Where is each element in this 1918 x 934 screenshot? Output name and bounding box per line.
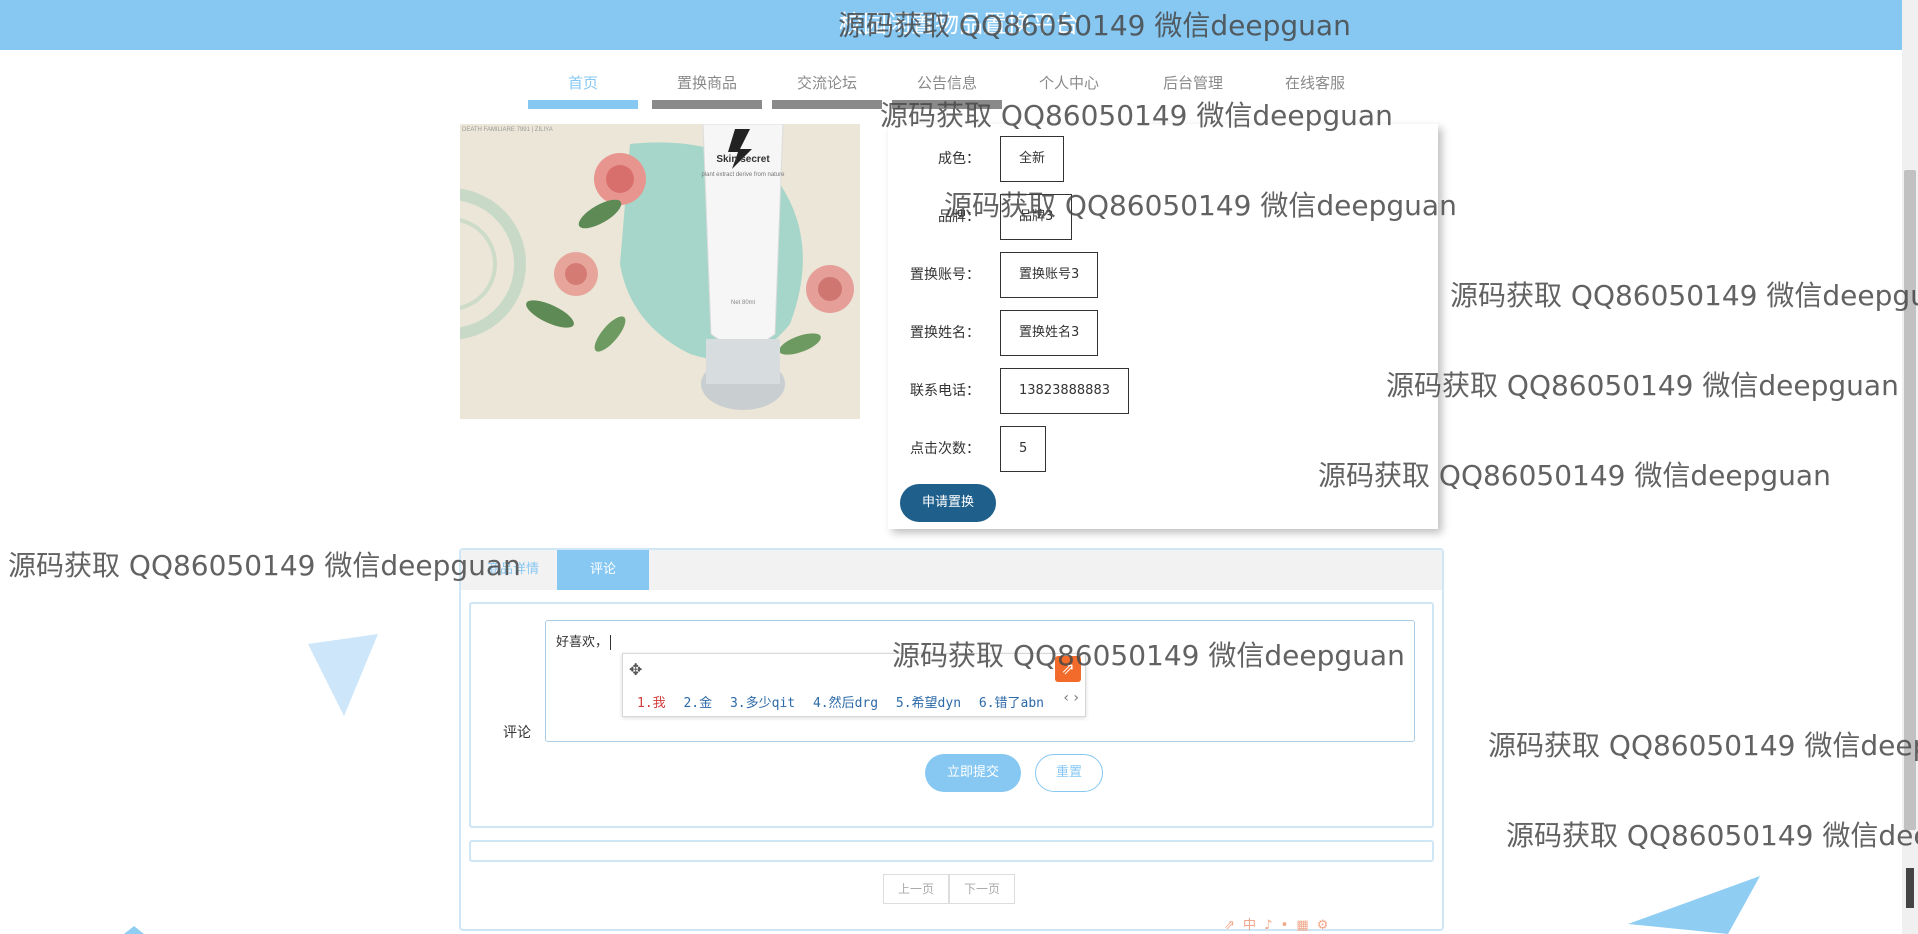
ime-page-arrows-icon[interactable]: ‹ › [1063,690,1079,706]
nav-label: 个人中心 [1038,74,1099,92]
nav-item-service[interactable]: 在线客服 [1260,62,1370,109]
tab-product-detail[interactable]: 商品详情 [473,550,553,590]
detail-label: 品牌： [938,209,980,225]
next-page-button[interactable]: 下一页 [949,874,1015,904]
product-illustration: Skin secret plant extract derive from na… [460,124,860,419]
product-image: Skin secret plant extract derive from na… [460,124,860,419]
ime-candidate[interactable]: 3.多少qit [730,696,795,711]
decorative-triangle [308,634,378,716]
nav-label: 交流论坛 [796,74,857,92]
move-icon[interactable]: ✥ [629,660,642,679]
detail-value: 全新 [1000,136,1065,182]
ime-candidates: 1.我 2.金 3.多少qit 4.然后drg 5.希望dyn 6.错了abn [637,692,1054,711]
detail-label: 点击次数： [910,441,980,457]
detail-label: 成色： [938,151,980,167]
ime-candidate[interactable]: 6.错了abn [979,696,1044,711]
reset-button[interactable]: 重置 [1035,754,1103,792]
nav-label: 首页 [567,74,598,92]
scrollbar-thumb[interactable] [1904,170,1916,830]
ime-candidate[interactable]: 4.然后drg [813,696,878,711]
ime-candidate[interactable]: 2.金 [683,696,712,711]
scroll-grip[interactable] [1906,868,1914,908]
comments-list [469,840,1434,862]
watermark: 源码获取 QQ86050149 微信deepguan [1450,279,1918,312]
nav-label: 在线客服 [1284,74,1345,92]
detail-label: 置换账号： [910,267,980,283]
comment-form: 评论 好喜欢， ✥ ⇗ 1.我 2.金 3.多少qit 4.然后drg 5.希望… [469,602,1434,828]
comment-typed-text: 好喜欢， [556,631,612,650]
ime-candidate[interactable]: 5.希望dyn [896,696,961,711]
tab-comments[interactable]: 评论 [557,550,649,590]
nav-item-forum[interactable]: 交流论坛 [772,62,882,109]
ime-logo-icon[interactable]: ⇗ [1055,656,1081,682]
nav-item-admin[interactable]: 后台管理 [1138,62,1248,109]
text-caret [610,635,612,650]
decorative-triangle [124,926,144,934]
prev-page-button[interactable]: 上一页 [883,874,949,904]
product-corner-text: DEATH FAMILIARE 7991 | ZILIYA [462,127,553,133]
ime-toolbar-icon: ⇗ 中 ♪ • ▦ ⚙ [1224,918,1331,933]
nav-label: 后台管理 [1162,74,1223,92]
watermark: 源码获取 QQ86050149 微信deepguan [8,549,521,582]
product-brand-text: Skin secret [716,154,770,165]
nav-item-notice[interactable]: 公告信息 [892,62,1002,109]
submit-button[interactable]: 立即提交 [925,754,1021,792]
detail-value: 5 [1000,426,1047,472]
nav-label: 置换商品 [676,74,737,92]
nav-label: 公告信息 [916,74,977,92]
site-header: 校园闲置物品置换平台 [0,0,1918,50]
product-sub-text: plant extract derive from nature [701,172,785,178]
ime-candidate[interactable]: 1.我 [637,696,666,711]
detail-value: 置换姓名3 [1000,310,1099,356]
nav-item-goods[interactable]: 置换商品 [652,62,762,109]
nav-item-profile[interactable]: 个人中心 [1014,62,1124,109]
tab-strip: 商品详情 评论 [461,550,1442,590]
tabs-container: 商品详情 评论 评论 好喜欢， ✥ ⇗ 1.我 2.金 3.多少qit 4.然后… [459,548,1444,931]
nav-item-home[interactable]: 首页 [528,62,638,109]
comment-label: 评论 [503,725,531,741]
watermark: 源码获取 QQ86050149 微信deepguan [1488,729,1918,762]
detail-label: 联系电话： [910,383,980,399]
detail-value: 置换账号3 [1000,252,1099,298]
watermark: 源码获取 QQ86050149 微信deepguan [1386,369,1899,402]
ime-candidate-window[interactable]: ✥ ⇗ 1.我 2.金 3.多少qit 4.然后drg 5.希望dyn 6.错了… [622,653,1086,717]
product-volume-text: Net 80ml [731,300,755,306]
watermark: 源码获取 QQ86050149 微信deepguan [1506,819,1918,852]
detail-label: 置换姓名： [910,325,980,341]
detail-value: 13823888883 [1000,368,1129,414]
detail-value: 品牌3 [1000,194,1073,240]
apply-exchange-button[interactable]: 申请置换 [900,484,996,522]
site-title: 校园闲置物品置换平台 [839,10,1079,38]
decorative-triangle [1628,876,1760,934]
comment-textarea[interactable]: 好喜欢， ✥ ⇗ 1.我 2.金 3.多少qit 4.然后drg 5.希望dyn… [545,620,1415,742]
product-detail-panel: 成色： 全新 品牌： 品牌3 置换账号： 置换账号3 置换姓名： 置换姓名3 联… [888,124,1438,529]
